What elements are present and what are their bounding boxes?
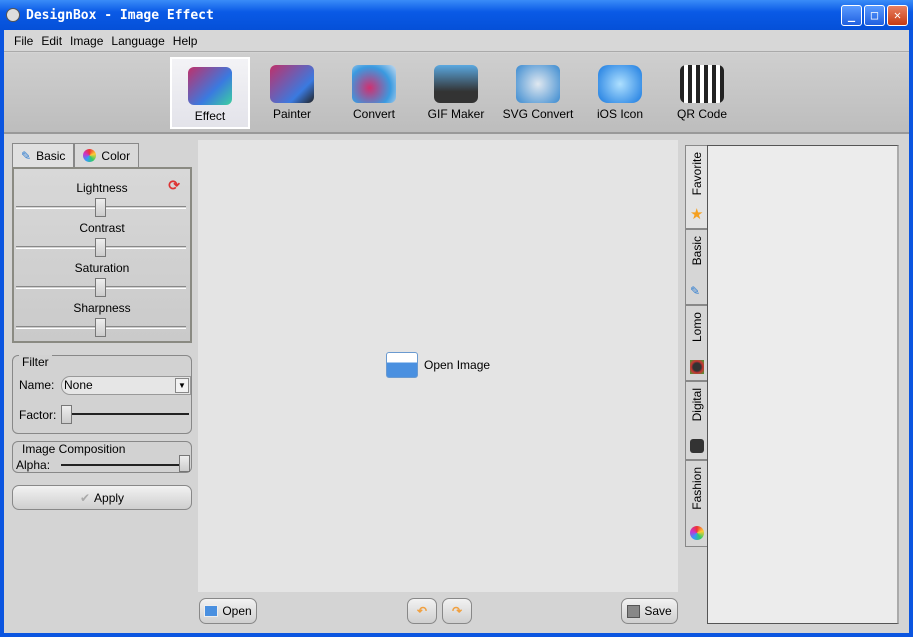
menu-bar: File Edit Image Language Help xyxy=(4,30,909,52)
tab-label: Basic xyxy=(36,148,66,163)
lightness-thumb[interactable] xyxy=(95,198,106,217)
factor-thumb[interactable] xyxy=(61,405,72,424)
open-image-button[interactable]: Open Image xyxy=(386,352,490,378)
tool-qr-code[interactable]: QR Code xyxy=(662,57,742,129)
open-button[interactable]: Open xyxy=(199,598,257,624)
filter-name-value: None xyxy=(64,378,93,392)
lomo-camera-icon xyxy=(690,360,704,374)
ios-icon-icon xyxy=(598,65,642,103)
tool-label: QR Code xyxy=(676,107,728,121)
tool-svg-convert[interactable]: SVG Convert xyxy=(498,57,578,129)
save-label: Save xyxy=(644,604,672,618)
gif-maker-icon xyxy=(434,65,478,103)
convert-icon xyxy=(352,65,396,103)
tab-label: Favorite xyxy=(689,152,704,196)
effect-category-tabs: Favorite ★ Basic ✎ Lomo Digital Fashion xyxy=(685,145,707,547)
tab-digital[interactable]: Digital xyxy=(685,381,707,460)
composition-title: Image Composition xyxy=(19,442,129,456)
redo-button[interactable]: ↷ xyxy=(442,598,472,624)
tool-label: iOS Icon xyxy=(596,107,644,121)
tool-convert[interactable]: Convert xyxy=(334,57,414,129)
factor-slider[interactable] xyxy=(65,413,189,415)
menu-language[interactable]: Language xyxy=(107,34,168,48)
open-label: Open xyxy=(222,604,252,618)
tab-fashion[interactable]: Fashion xyxy=(685,460,707,547)
tool-gif-maker[interactable]: GIF Maker xyxy=(416,57,496,129)
redo-icon: ↷ xyxy=(451,604,463,618)
filter-title: Filter xyxy=(19,355,52,369)
tab-favorite[interactable]: Favorite ★ xyxy=(685,145,707,229)
feather-icon: ✎ xyxy=(21,148,32,163)
image-canvas[interactable]: Open Image xyxy=(198,140,678,592)
toolbar: Effect Painter Convert GIF Maker SVG Con… xyxy=(4,53,909,134)
qr-code-icon xyxy=(680,65,724,103)
camera-icon xyxy=(690,439,704,453)
alpha-label: Alpha: xyxy=(16,458,51,472)
color-wheel-icon xyxy=(83,149,97,162)
tool-label: GIF Maker xyxy=(427,107,485,121)
contrast-label: Contrast xyxy=(79,221,125,235)
window-title: DesignBox - Image Effect xyxy=(26,7,214,23)
contrast-thumb[interactable] xyxy=(95,238,106,257)
filter-name-select[interactable]: None ▼ xyxy=(61,376,191,395)
image-composition-group: Image Composition Alpha: xyxy=(12,441,192,473)
color-wheel-icon xyxy=(690,526,704,540)
title-bar: DesignBox - Image Effect _ □ ✕ xyxy=(0,0,913,30)
tab-label: Lomo xyxy=(689,312,704,343)
chevron-down-icon: ▼ xyxy=(175,378,189,393)
tool-label: Effect xyxy=(194,109,226,123)
lightness-label: Lightness xyxy=(76,181,128,195)
tab-label: Fashion xyxy=(689,467,704,510)
sharpness-label: Sharpness xyxy=(73,301,131,315)
tool-painter[interactable]: Painter xyxy=(252,57,332,129)
apply-label: Apply xyxy=(94,490,125,505)
tool-label: SVG Convert xyxy=(502,107,574,121)
saturation-thumb[interactable] xyxy=(95,278,106,297)
close-button[interactable]: ✕ xyxy=(887,5,908,26)
svg-convert-icon xyxy=(516,65,560,103)
tab-lomo[interactable]: Lomo xyxy=(685,305,707,381)
tab-label: Digital xyxy=(689,388,704,422)
maximize-button[interactable]: □ xyxy=(864,5,885,26)
menu-image[interactable]: Image xyxy=(66,34,107,48)
apply-button[interactable]: ✔ Apply xyxy=(12,485,192,510)
effects-list-panel[interactable] xyxy=(707,145,899,624)
tab-label: Basic xyxy=(689,236,704,266)
basic-adjustments: ⟳ Lightness Contrast Saturation Sharpnes… xyxy=(12,167,192,343)
painter-icon xyxy=(270,65,314,103)
feather-icon: ✎ xyxy=(690,284,701,298)
adjust-panel: ✎ Basic Color ⟳ Lightness Contrast Satura… xyxy=(12,143,192,343)
tool-label: Painter xyxy=(272,107,312,121)
tab-basic[interactable]: ✎ Basic xyxy=(12,143,75,167)
alpha-thumb[interactable] xyxy=(179,455,190,472)
open-image-label: Open Image xyxy=(424,358,491,372)
menu-edit[interactable]: Edit xyxy=(37,34,66,48)
undo-button[interactable]: ↶ xyxy=(407,598,437,624)
factor-label: Factor: xyxy=(19,408,57,422)
filter-group: Filter Name: None ▼ Factor: xyxy=(12,355,192,434)
tab-color[interactable]: Color xyxy=(74,143,140,167)
check-icon: ✔ xyxy=(79,490,91,505)
undo-icon: ↶ xyxy=(416,604,428,618)
star-icon: ★ xyxy=(690,206,704,223)
alpha-slider[interactable] xyxy=(61,464,187,466)
filter-name-label: Name: xyxy=(19,378,55,392)
menu-file[interactable]: File xyxy=(10,34,37,48)
tab-basic-effects[interactable]: Basic ✎ xyxy=(685,229,707,305)
save-button[interactable]: Save xyxy=(621,598,678,624)
effect-icon xyxy=(188,67,232,105)
tool-label: Convert xyxy=(352,107,396,121)
open-icon xyxy=(204,605,219,617)
printer-icon xyxy=(386,352,418,378)
save-icon xyxy=(627,604,641,618)
tool-ios-icon[interactable]: iOS Icon xyxy=(580,57,660,129)
saturation-label: Saturation xyxy=(74,261,130,275)
tab-label: Color xyxy=(101,148,131,163)
menu-help[interactable]: Help xyxy=(169,34,202,48)
app-icon xyxy=(6,8,20,22)
tool-effect[interactable]: Effect xyxy=(170,57,250,129)
minimize-button[interactable]: _ xyxy=(841,5,862,26)
sharpness-thumb[interactable] xyxy=(95,318,106,337)
